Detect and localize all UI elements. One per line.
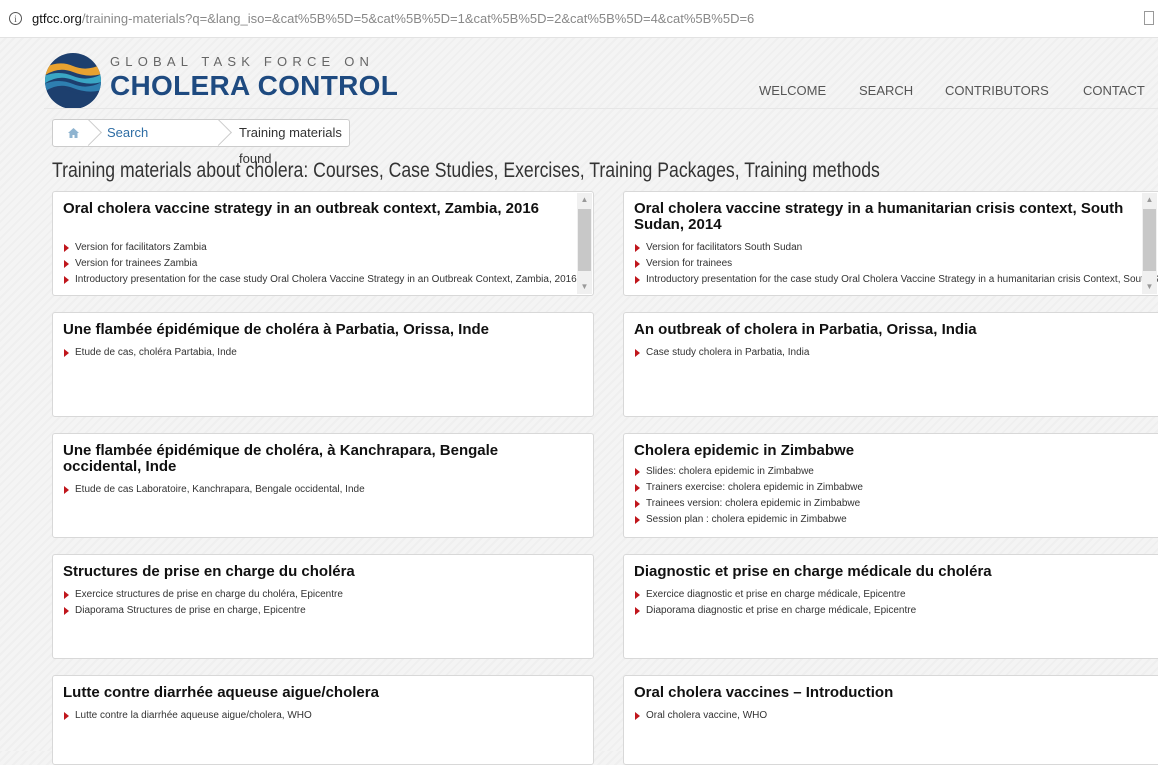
card-scrollbar[interactable]: ▲ ▼	[1142, 193, 1157, 294]
info-icon[interactable]: i	[9, 12, 22, 25]
bullet-arrow-icon	[635, 500, 640, 508]
bullet-arrow-icon	[635, 712, 640, 720]
nav-contributors[interactable]: CONTRIBUTORS	[945, 83, 1049, 98]
list-item[interactable]: Version for trainees	[634, 256, 1142, 272]
nav-search[interactable]: SEARCH	[859, 83, 913, 98]
bullet-arrow-icon	[64, 591, 69, 599]
bullet-arrow-icon	[635, 260, 640, 268]
browser-address-bar[interactable]: i gtfcc.org/training-materials?q=&lang_i…	[0, 0, 1158, 38]
list-item[interactable]: Lutte contre la diarrhée aqueuse aigue/c…	[63, 708, 571, 724]
bullet-arrow-icon	[64, 486, 69, 494]
breadcrumb-separator	[205, 119, 232, 146]
card-title[interactable]: An outbreak of cholera in Parbatia, Oris…	[634, 322, 1144, 338]
scroll-down-icon[interactable]: ▼	[577, 280, 592, 294]
list-item[interactable]: Session plan : cholera epidemic in Zimba…	[634, 512, 1142, 528]
list-item[interactable]: Version for facilitators South Sudan	[634, 240, 1142, 256]
card-title[interactable]: Oral cholera vaccine strategy in a human…	[634, 201, 1144, 233]
list-item[interactable]: Etude de cas Laboratoire, Kanchrapara, B…	[63, 482, 571, 498]
list-item[interactable]: Version for trainees Zambia	[63, 256, 571, 272]
list-item[interactable]: Exercice diagnostic et prise en charge m…	[634, 587, 1142, 603]
card-parbatia-fr: Une flambée épidémique de choléra à Parb…	[52, 312, 594, 417]
card-structures: Structures de prise en charge du choléra…	[52, 554, 594, 659]
url-domain: gtfcc.org	[32, 11, 82, 26]
header-divider	[44, 108, 1158, 109]
bullet-arrow-icon	[635, 349, 640, 357]
list-item[interactable]: Oral cholera vaccine, WHO	[634, 708, 1142, 724]
bullet-arrow-icon	[64, 712, 69, 720]
list-item[interactable]: Introductory presentation for the case s…	[63, 272, 577, 288]
nav-welcome[interactable]: WELCOME	[759, 83, 826, 98]
url-text[interactable]: gtfcc.org/training-materials?q=&lang_iso…	[32, 11, 754, 26]
list-item[interactable]: Etude de cas, choléra Partabia, Inde	[63, 345, 571, 361]
card-title[interactable]: Diagnostic et prise en charge médicale d…	[634, 564, 1144, 580]
list-item[interactable]: Exercice structures de prise en charge d…	[63, 587, 571, 603]
card-kanchrapara: Une flambée épidémique de choléra, à Kan…	[52, 433, 594, 538]
scroll-up-icon[interactable]: ▲	[577, 193, 592, 207]
logo-tagline: GLOBAL TASK FORCE ON	[110, 54, 375, 69]
card-lutte-diarrhee: Lutte contre diarrhée aqueuse aigue/chol…	[52, 675, 594, 765]
card-ocv-south-sudan: Oral cholera vaccine strategy in a human…	[623, 191, 1158, 296]
page-title: Training materials about cholera: Course…	[52, 159, 880, 182]
bullet-arrow-icon	[64, 244, 69, 252]
card-title[interactable]: Une flambée épidémique de choléra à Parb…	[63, 322, 573, 338]
extension-icon[interactable]	[1144, 11, 1154, 25]
card-title[interactable]: Lutte contre diarrhée aqueuse aigue/chol…	[63, 685, 573, 701]
bullet-arrow-icon	[635, 607, 640, 615]
card-ocv-introduction: Oral cholera vaccines – Introduction Ora…	[623, 675, 1158, 765]
bullet-arrow-icon	[64, 349, 69, 357]
scroll-down-icon[interactable]: ▼	[1142, 280, 1157, 294]
card-title[interactable]: Oral cholera vaccine strategy in an outb…	[63, 201, 573, 217]
list-item[interactable]: Diaporama diagnostic et prise en charge …	[634, 603, 1142, 619]
card-diagnostic: Diagnostic et prise en charge médicale d…	[623, 554, 1158, 659]
list-item[interactable]: Diaporama Structures de prise en charge,…	[63, 603, 571, 619]
list-item[interactable]: Trainers exercise: cholera epidemic in Z…	[634, 480, 1142, 496]
breadcrumb-search-link[interactable]: Search	[107, 120, 148, 146]
card-zimbabwe: Cholera epidemic in Zimbabwe Slides: cho…	[623, 433, 1158, 538]
card-title[interactable]: Oral cholera vaccines – Introduction	[634, 685, 1144, 701]
bullet-arrow-icon	[635, 591, 640, 599]
bullet-arrow-icon	[635, 516, 640, 524]
nav-contact[interactable]: CONTACT	[1083, 83, 1145, 98]
card-parbatia-en: An outbreak of cholera in Parbatia, Oris…	[623, 312, 1158, 417]
breadcrumb: Search Training materials found	[52, 119, 350, 166]
bullet-arrow-icon	[635, 484, 640, 492]
card-ocv-zambia: Oral cholera vaccine strategy in an outb…	[52, 191, 594, 296]
logo-title: CHOLERA CONTROL	[110, 70, 399, 101]
list-item[interactable]: Slides: cholera epidemic in Zimbabwe	[634, 464, 1142, 480]
bullet-arrow-icon	[635, 244, 640, 252]
card-title[interactable]: Structures de prise en charge du choléra	[63, 564, 573, 580]
logo-waves-icon	[45, 53, 101, 109]
list-item[interactable]: Introductory presentation for the case s…	[634, 272, 1158, 288]
scroll-up-icon[interactable]: ▲	[1142, 193, 1157, 207]
bullet-arrow-icon	[64, 276, 69, 284]
card-title[interactable]: Une flambée épidémique de choléra, à Kan…	[63, 443, 573, 475]
card-title[interactable]: Cholera epidemic in Zimbabwe	[634, 443, 1144, 459]
card-scrollbar[interactable]: ▲ ▼	[577, 193, 592, 294]
bullet-arrow-icon	[64, 260, 69, 268]
list-item[interactable]: Version for facilitators Zambia	[63, 240, 571, 256]
url-path: /training-materials?q=&lang_iso=&cat%5B%…	[81, 11, 755, 26]
list-item[interactable]: Trainees version: cholera epidemic in Zi…	[634, 496, 1142, 512]
list-item[interactable]: Case study cholera in Parbatia, India	[634, 345, 1142, 361]
bullet-arrow-icon	[635, 276, 640, 284]
bullet-arrow-icon	[64, 607, 69, 615]
bullet-arrow-icon	[635, 468, 640, 476]
